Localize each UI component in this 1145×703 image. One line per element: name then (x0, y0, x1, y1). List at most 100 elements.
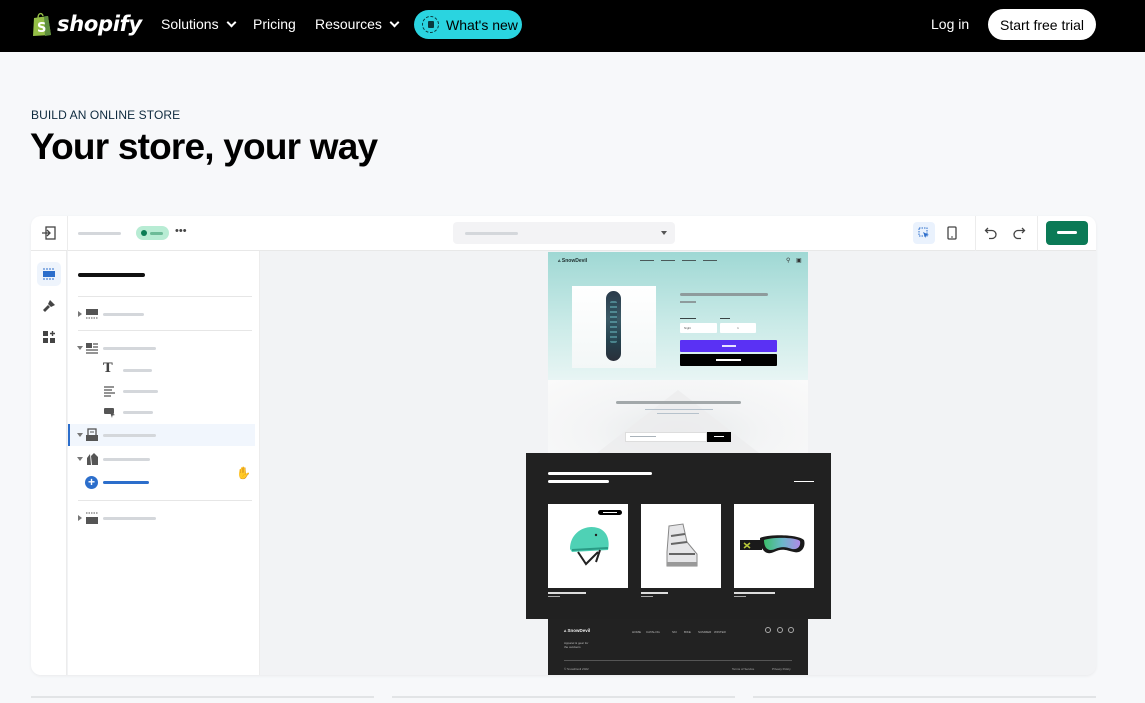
status-badge (136, 226, 169, 240)
start-free-trial-button[interactable]: Start free trial (988, 9, 1096, 40)
brand-name: shopify (57, 12, 142, 36)
nav-pricing[interactable]: Pricing (253, 16, 296, 32)
goggles-image (740, 535, 805, 554)
tree-item-newsletter[interactable] (68, 424, 255, 446)
svg-text:S: S (37, 21, 46, 36)
product-card-helmet[interactable] (548, 504, 628, 588)
save-button[interactable] (1046, 221, 1088, 245)
product-image (572, 286, 656, 368)
tree-item-button[interactable] (68, 401, 258, 423)
caret-down-icon[interactable] (77, 346, 83, 350)
add-to-cart-button[interactable] (680, 354, 777, 366)
footer-link[interactable]: WINTER (714, 630, 726, 634)
divider (1037, 216, 1038, 251)
ski-boot-image (666, 523, 698, 567)
nav-resources-label: Resources (315, 16, 382, 32)
divider (975, 216, 976, 251)
theme-settings-tab[interactable] (37, 294, 61, 318)
subscribe-button[interactable] (707, 432, 731, 442)
eyebrow-label: BUILD AN ONLINE STORE (31, 108, 181, 122)
helmet-image (570, 526, 609, 566)
store-header: ▵ SnowDevil ⚲ ▣ (548, 252, 808, 270)
divider (564, 660, 792, 661)
app-blocks-tab[interactable] (37, 325, 61, 349)
whats-new-button[interactable]: What's new (414, 10, 522, 39)
product-card-goggles[interactable] (734, 504, 814, 588)
terms-link[interactable]: Terms of Service (732, 667, 754, 671)
search-icon: ⚲ (786, 258, 791, 264)
privacy-link[interactable]: Privacy Policy (772, 667, 791, 671)
product-list-section[interactable] (526, 453, 831, 619)
undo-button[interactable] (980, 222, 1002, 244)
footer-link[interactable]: BIKE (684, 630, 691, 634)
twitter-icon[interactable] (777, 627, 783, 633)
text-icon (104, 386, 115, 397)
mobile-preview-icon (947, 226, 957, 240)
caret-right-icon[interactable] (78, 311, 82, 317)
product-card-boot[interactable] (641, 504, 721, 588)
footer-link[interactable]: CATALOG (646, 630, 660, 634)
variant-select[interactable]: Night (680, 323, 717, 333)
newsletter-icon (86, 428, 98, 441)
divider (31, 696, 374, 698)
shopify-logo[interactable]: S shopify (31, 11, 142, 37)
footer-link[interactable]: SKI (672, 630, 677, 634)
editor-topbar: ••• (31, 216, 1096, 251)
product-title-placeholder (680, 293, 768, 296)
email-input[interactable] (625, 432, 707, 442)
product-section[interactable]: ▵ SnowDevil ⚲ ▣ Night 1 (548, 252, 808, 380)
snowboard-image (606, 291, 621, 361)
mobile-preview-button[interactable] (941, 222, 963, 244)
nav-resources[interactable]: Resources (315, 16, 400, 32)
theme-settings-icon (43, 300, 55, 312)
select-dropdown-icon (661, 231, 667, 235)
copyright: © SnowDevil 2022 (564, 667, 589, 671)
caret-down-icon[interactable] (77, 457, 83, 461)
newsletter-section[interactable] (548, 380, 808, 454)
nav-solutions-label: Solutions (161, 16, 219, 32)
undo-icon (984, 227, 997, 240)
view-all-link[interactable] (794, 481, 814, 482)
nav-solutions[interactable]: Solutions (161, 16, 237, 32)
quantity-stepper[interactable]: 1 (720, 323, 756, 333)
whats-new-label: What's new (446, 16, 518, 33)
inspector-button[interactable] (913, 222, 935, 244)
tree-item-footer[interactable] (68, 507, 258, 529)
sale-badge (598, 510, 622, 515)
footer-logo: ▵ SnowDevil (564, 628, 591, 633)
add-section-button[interactable]: + (68, 472, 258, 494)
store-name-placeholder (78, 232, 121, 235)
caret-down-icon[interactable] (77, 433, 83, 437)
tree-item-text[interactable] (68, 380, 258, 402)
mountain-image (588, 390, 768, 454)
footer-description: Apparel & gear for the outdoors (564, 641, 589, 649)
editor-iconbar (31, 251, 67, 675)
cart-icon: ▣ (796, 258, 802, 264)
login-link[interactable]: Log in (931, 16, 969, 32)
instagram-icon[interactable] (765, 627, 771, 633)
heading-icon: T (103, 361, 113, 376)
footer-link[interactable]: SUMMER (698, 630, 711, 634)
caret-right-icon[interactable] (78, 515, 82, 521)
more-icon[interactable]: ••• (175, 225, 187, 237)
tree-item-heading[interactable]: T (68, 359, 258, 381)
footer-link[interactable]: HOME (632, 630, 641, 634)
footer-section-icon (86, 512, 98, 524)
theme-editor-mockup: ••• T ✋ + ▵ SnowDevil ⚲ ▣ Night 1 ▵ Snow… (31, 216, 1096, 675)
exit-icon[interactable] (41, 225, 57, 241)
divider (67, 216, 68, 251)
shop-pay-button[interactable] (680, 340, 777, 352)
redo-button[interactable] (1008, 222, 1030, 244)
product-price-placeholder (680, 301, 696, 303)
app-blocks-icon (43, 331, 55, 343)
sections-tab[interactable] (37, 262, 61, 286)
template-select[interactable] (453, 222, 675, 244)
tree-item-header[interactable] (68, 303, 258, 325)
tree-item-image-with-text[interactable] (68, 337, 258, 359)
youtube-icon[interactable] (788, 627, 794, 633)
page-headline: Your store, your way (30, 126, 378, 167)
sections-icon (43, 268, 55, 280)
store-footer[interactable]: ▵ SnowDevil HOME CATALOG SKI BIKE SUMMER… (548, 619, 808, 675)
tree-item-product-list[interactable] (68, 448, 258, 470)
shopify-bag-icon: S (31, 11, 53, 37)
